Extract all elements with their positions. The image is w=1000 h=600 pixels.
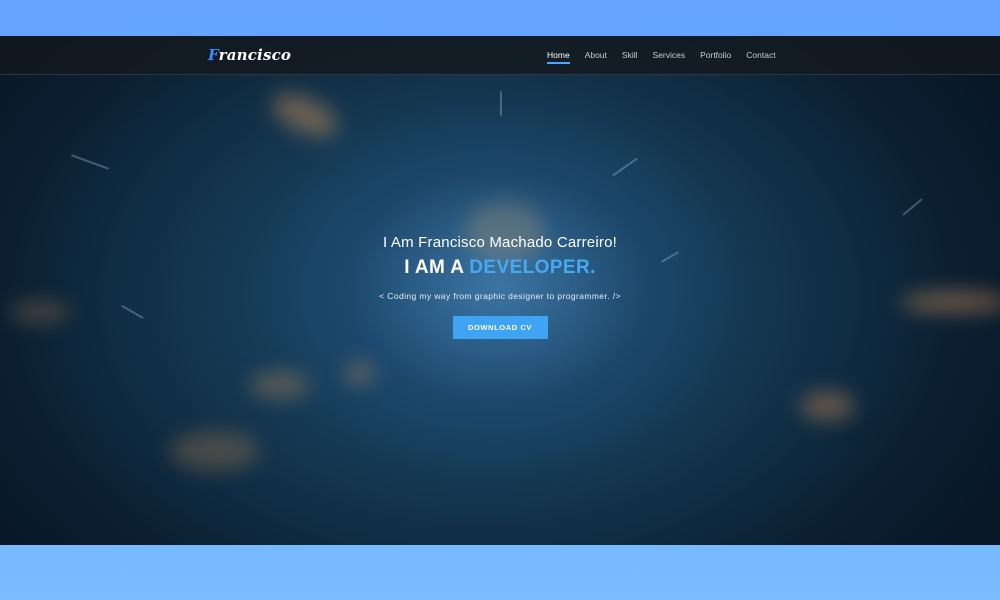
background-light-blur <box>800 391 855 421</box>
main-nav: Home About Skill Services Portfolio Cont… <box>547 50 776 64</box>
headline-prefix: I AM A <box>404 257 470 278</box>
hero-content: I Am Francisco Machado Carreiro! I AM A … <box>0 234 1000 339</box>
nav-about-link[interactable]: About <box>585 50 607 63</box>
background-streak <box>500 91 502 116</box>
top-navbar: Francisco Home About Skill Services Port… <box>0 36 1000 75</box>
background-light-blur <box>250 371 310 399</box>
background-light-blur <box>345 361 375 386</box>
site-logo[interactable]: Francisco <box>208 46 291 64</box>
hero-greeting: I Am Francisco Machado Carreiro! <box>383 234 617 251</box>
background-light-blur <box>170 431 260 471</box>
headline-accent: DEVELOPER. <box>469 257 596 278</box>
nav-skill-link[interactable]: Skill <box>622 50 638 63</box>
background-light-blur <box>266 84 344 146</box>
background-streak <box>612 157 638 177</box>
nav-home-link[interactable]: Home <box>547 50 570 64</box>
background-streak <box>70 154 110 170</box>
logo-initial: F <box>208 46 219 64</box>
logo-text: rancisco <box>218 46 292 64</box>
hero-section: Francisco Home About Skill Services Port… <box>0 36 1000 545</box>
nav-services-link[interactable]: Services <box>653 50 686 63</box>
hero-headline: I AM A DEVELOPER. <box>0 257 1000 279</box>
download-cv-button[interactable]: DOWNLOAD CV <box>452 316 548 339</box>
hero-tagline: < Coding my way from graphic designer to… <box>379 291 621 301</box>
nav-contact-link[interactable]: Contact <box>746 50 775 63</box>
nav-portfolio-link[interactable]: Portfolio <box>700 50 731 63</box>
background-streak <box>902 198 923 216</box>
